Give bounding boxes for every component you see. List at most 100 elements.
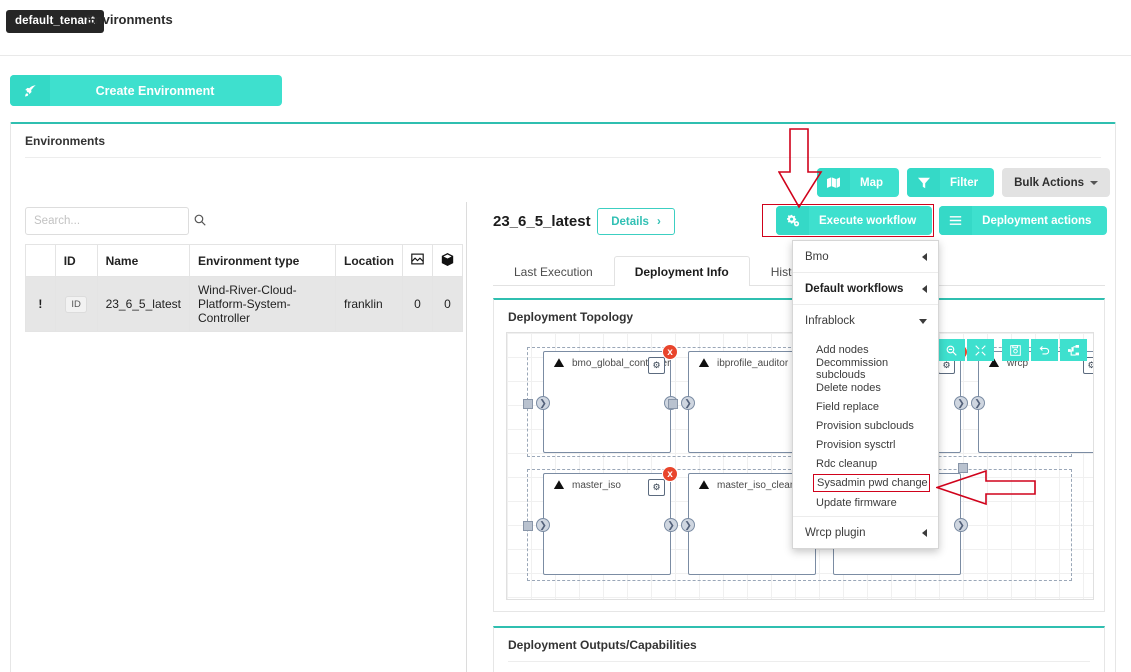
node-port-right[interactable]: ❯ bbox=[954, 396, 968, 410]
plug-icon: ⛰ bbox=[553, 477, 565, 492]
table-row[interactable]: ! ID 23_6_5_latest Wind-River-Cloud-Plat… bbox=[25, 276, 464, 332]
menu-item-provision-subclouds[interactable]: Provision subclouds bbox=[793, 416, 938, 435]
arrow-left-icon bbox=[922, 528, 927, 537]
deployment-actions-button[interactable]: Deployment actions bbox=[939, 206, 1108, 235]
search-box[interactable] bbox=[25, 207, 206, 235]
menu-group-label: Wrcp plugin bbox=[805, 526, 866, 539]
detail-title: 23_6_5_latest bbox=[493, 213, 591, 230]
menu-item-field-replace[interactable]: Field replace bbox=[793, 397, 938, 416]
th-environment-type[interactable]: Environment type bbox=[188, 244, 336, 277]
topbar-divider bbox=[0, 55, 1131, 56]
node-port-right[interactable]: ❯ bbox=[664, 518, 678, 532]
top-breadcrumb-bar: default_tenant Environments bbox=[0, 0, 1131, 56]
topology-toolbar bbox=[938, 339, 1087, 361]
row-location: franklin bbox=[334, 276, 403, 332]
row-environment-type: Wind-River-Cloud-Platform-System-Control… bbox=[188, 276, 336, 332]
node-error-badge[interactable]: x bbox=[662, 344, 678, 360]
node-config-icon[interactable]: ⚙ bbox=[648, 479, 665, 496]
undo-icon[interactable] bbox=[1031, 339, 1058, 361]
menu-submenu-infrablock: Add nodes Decommission subclouds Delete … bbox=[793, 337, 938, 516]
card-header-divider bbox=[25, 157, 1101, 158]
deployment-actions-label: Deployment actions bbox=[982, 214, 1092, 227]
create-environment-label: Create Environment bbox=[95, 83, 215, 98]
menu-item-decommission-subclouds[interactable]: Decommission subclouds bbox=[793, 357, 938, 381]
save-icon[interactable] bbox=[1002, 339, 1029, 361]
deployment-outputs-title: Deployment Outputs/Capabilities bbox=[508, 638, 697, 652]
th-box-icon[interactable] bbox=[431, 244, 464, 277]
map-icon bbox=[817, 168, 850, 197]
bulk-actions-label: Bulk Actions bbox=[1014, 176, 1084, 189]
create-environment-button[interactable]: Create Environment bbox=[10, 75, 282, 106]
filter-button[interactable]: Filter bbox=[907, 168, 995, 197]
menu-item-update-firmware[interactable]: Update firmware bbox=[793, 493, 938, 512]
map-label: Map bbox=[860, 176, 883, 189]
execute-workflow-menu: Bmo Default workflows Infrablock Add nod… bbox=[792, 240, 939, 549]
map-button[interactable]: Map bbox=[817, 168, 899, 197]
plug-icon: ⛰ bbox=[698, 477, 710, 492]
menu-item-rdc-cleanup[interactable]: Rdc cleanup bbox=[793, 454, 938, 473]
menu-item-delete-nodes[interactable]: Delete nodes bbox=[793, 378, 938, 397]
table-header-row: ID Name Environment type Location bbox=[25, 244, 464, 277]
search-input[interactable] bbox=[26, 208, 194, 234]
menu-item-sysadmin-pwd-change[interactable]: Sysadmin pwd change bbox=[813, 474, 930, 492]
menu-item-provision-sysctrl[interactable]: Provision sysctrl bbox=[793, 435, 938, 454]
fit-screen-icon[interactable] bbox=[967, 339, 994, 361]
topology-node-label: master_iso bbox=[572, 480, 621, 491]
menu-group-default-workflows[interactable]: Default workflows bbox=[793, 273, 938, 305]
topology-node[interactable]: ⛰ bmo_global_controller ⚙ x ❯ ❯ bbox=[536, 344, 678, 453]
environments-card: Environments Map Filter Bulk Actions Sea… bbox=[10, 122, 1116, 672]
node-error-badge[interactable]: x bbox=[662, 466, 678, 482]
node-port-right[interactable]: ❯ bbox=[954, 518, 968, 532]
menu-group-bmo[interactable]: Bmo bbox=[793, 241, 938, 273]
card-title: Environments bbox=[25, 134, 106, 148]
zoom-out-icon[interactable] bbox=[938, 339, 965, 361]
menu-group-wrcp-plugin[interactable]: Wrcp plugin bbox=[793, 516, 938, 548]
app-root: default_tenant Environments Create Envir… bbox=[0, 0, 1131, 672]
topology-anchor[interactable] bbox=[523, 399, 533, 409]
menu-group-label: Default workflows bbox=[805, 282, 904, 295]
topology-anchor[interactable] bbox=[668, 399, 678, 409]
execute-workflow-button[interactable]: Execute workflow bbox=[776, 206, 933, 235]
row-alert-icon: ! bbox=[25, 276, 56, 332]
row-count-2: 0 bbox=[431, 276, 464, 332]
th-id[interactable]: ID bbox=[54, 244, 98, 277]
menu-item-label: Provision sysctrl bbox=[816, 438, 896, 451]
row-name[interactable]: 23_6_5_latest bbox=[96, 276, 190, 332]
menu-item-label: Sysadmin pwd change bbox=[817, 477, 928, 489]
row-count-1: 0 bbox=[401, 276, 433, 332]
bulk-actions-button[interactable]: Bulk Actions bbox=[1002, 168, 1110, 197]
funnel-icon bbox=[907, 168, 940, 197]
filter-label: Filter bbox=[950, 176, 979, 189]
node-port-left[interactable]: ❯ bbox=[536, 518, 550, 532]
arrow-down-icon bbox=[919, 318, 927, 324]
menu-item-label: Add nodes bbox=[816, 343, 869, 356]
node-port-left[interactable]: ❯ bbox=[971, 396, 985, 410]
topology-node[interactable]: ⛰ master_iso ⚙ x ❯ ❯ bbox=[536, 466, 678, 575]
node-port-left[interactable]: ❯ bbox=[536, 396, 550, 410]
gears-icon bbox=[776, 206, 809, 235]
topology-anchor[interactable] bbox=[958, 463, 968, 473]
details-button[interactable]: Details › bbox=[597, 208, 675, 235]
th-flag[interactable] bbox=[25, 244, 56, 277]
tab-deployment-info[interactable]: Deployment Info bbox=[613, 256, 750, 286]
node-port-left[interactable]: ❯ bbox=[681, 396, 695, 410]
menu-group-infrablock[interactable]: Infrablock bbox=[793, 305, 938, 337]
th-image-icon[interactable] bbox=[401, 244, 433, 277]
layout-icon[interactable] bbox=[1060, 339, 1087, 361]
node-port-left[interactable]: ❯ bbox=[681, 518, 695, 532]
tab-last-execution[interactable]: Last Execution bbox=[493, 256, 614, 286]
node-config-icon[interactable]: ⚙ bbox=[648, 357, 665, 374]
list-toolbar: Map Filter Bulk Actions bbox=[817, 168, 1110, 197]
plug-icon: ⛰ bbox=[698, 355, 710, 370]
menu-item-label: Field replace bbox=[816, 400, 879, 413]
deployment-outputs-card: Deployment Outputs/Capabilities bbox=[493, 626, 1105, 672]
topology-node[interactable]: ⛰ wrcp ⚙ x ❯ ❯ bbox=[971, 351, 1093, 453]
search-icon bbox=[194, 214, 215, 229]
deployment-outputs-divider bbox=[508, 661, 1090, 662]
row-id-badge: ID bbox=[65, 295, 87, 313]
th-name[interactable]: Name bbox=[96, 244, 190, 277]
topology-anchor[interactable] bbox=[523, 521, 533, 531]
menu-item-label: Delete nodes bbox=[816, 381, 881, 394]
th-location[interactable]: Location bbox=[334, 244, 403, 277]
hamburger-icon bbox=[939, 206, 973, 235]
